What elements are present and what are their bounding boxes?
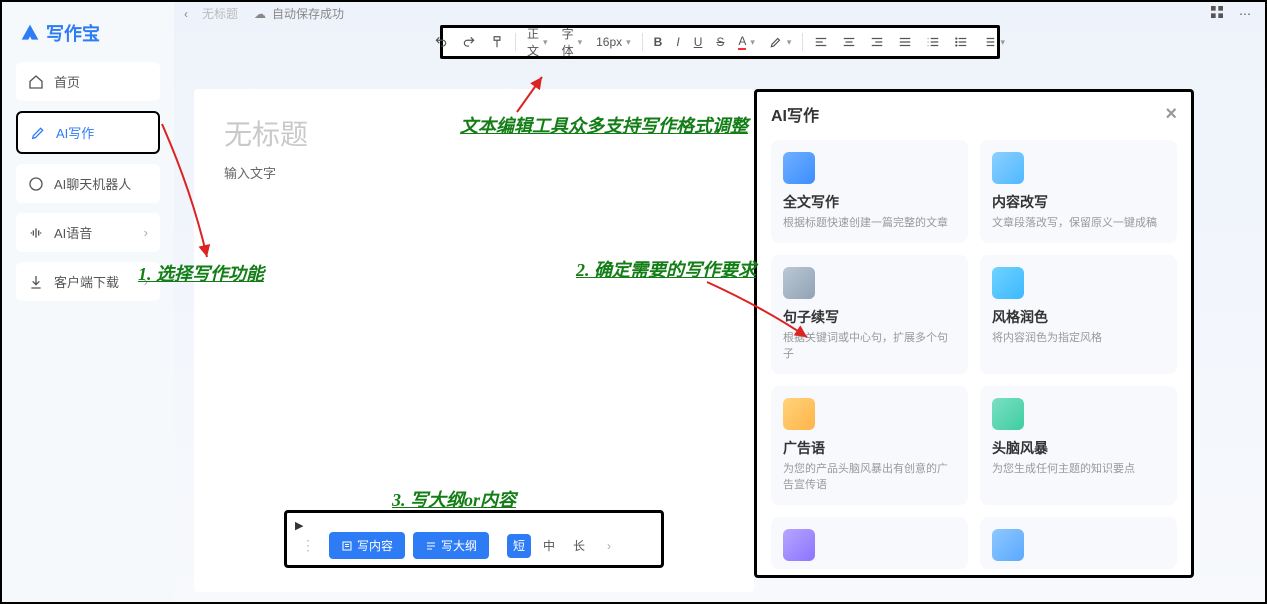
ai-card-rewrite[interactable]: 内容改写 文章段落改写，保留原义一键成稿 <box>980 140 1177 243</box>
text-color-button[interactable]: A <box>735 34 758 50</box>
undo-button[interactable] <box>431 35 451 49</box>
polish-icon <box>992 267 1024 299</box>
ai-card-continue[interactable]: 句子续写 根据关键词或中心句，扩展多个句子 <box>771 255 968 374</box>
italic-button[interactable]: I <box>673 35 682 49</box>
inline-toolbar: ▶ ⋮ 写内容 写大纲 短 中 长 › <box>284 510 664 568</box>
tab-name: 无标题 <box>202 5 238 22</box>
brainstorm-icon <box>992 398 1024 430</box>
chevron-right-icon: › <box>144 225 148 240</box>
more-icon[interactable]: ⋯ <box>1239 7 1251 21</box>
redo-button[interactable] <box>459 35 479 49</box>
play-icon: ▶ <box>295 519 653 532</box>
app-logo: 写作宝 <box>16 14 160 62</box>
main-area: ‹ 无标题 ☁ 自动保存成功 ⋯ 正文 字体 16px B I U <box>174 2 1265 602</box>
home-icon <box>28 74 44 90</box>
unordered-list-button[interactable] <box>951 35 971 49</box>
drag-handle-icon[interactable]: ⋮ <box>295 537 321 554</box>
sidebar-item-ai-chat[interactable]: AI聊天机器人 <box>16 164 160 203</box>
length-mid-button[interactable]: 中 <box>537 534 561 558</box>
sidebar-item-ai-voice[interactable]: AI语音 › <box>16 213 160 252</box>
ai-card-brainstorm[interactable]: 头脑风暴 为您生成任何主题的知识要点 <box>980 386 1177 505</box>
back-button[interactable]: ‹ <box>184 7 188 21</box>
font-size-dropdown[interactable]: 16px <box>593 35 634 49</box>
chat-icon <box>28 176 44 192</box>
sidebar-item-home[interactable]: 首页 <box>16 62 160 101</box>
logo-icon <box>20 23 40 43</box>
body-input[interactable]: 输入文字 <box>224 163 724 182</box>
ad-icon <box>783 398 815 430</box>
editor[interactable]: 无标题 输入文字 ▶ ⋮ 写内容 写大纲 短 中 长 › <box>194 89 754 592</box>
ai-panel: AI写作 × 全文写作 根据标题快速创建一篇完整的文章 内容改写 文章段落改写，… <box>754 89 1194 578</box>
sidebar-label: 首页 <box>54 72 80 91</box>
write-outline-button[interactable]: 写大纲 <box>413 532 489 559</box>
sidebar-label: AI聊天机器人 <box>54 174 131 193</box>
length-long-button[interactable]: 长 <box>567 534 591 558</box>
ai-card-full-writing[interactable]: 全文写作 根据标题快速创建一篇完整的文章 <box>771 140 968 243</box>
align-justify-button[interactable] <box>895 35 915 49</box>
sidebar: 写作宝 首页 AI写作 AI聊天机器人 AI语音 › 客户端下载 › <box>2 2 174 602</box>
app-name: 写作宝 <box>46 20 100 46</box>
doc-icon <box>783 152 815 184</box>
write-content-button[interactable]: 写内容 <box>329 532 405 559</box>
strike-button[interactable]: S <box>713 35 727 49</box>
bold-button[interactable]: B <box>651 35 666 49</box>
underline-button[interactable]: U <box>691 35 706 49</box>
length-short-button[interactable]: 短 <box>507 534 531 558</box>
sidebar-item-ai-write[interactable]: AI写作 <box>16 111 160 154</box>
autosave-status: ☁ 自动保存成功 <box>252 5 344 22</box>
ai-card-extra-1[interactable] <box>771 517 968 569</box>
voice-icon <box>28 225 44 241</box>
mail-icon <box>783 529 815 561</box>
sidebar-label: AI语音 <box>54 223 92 242</box>
paragraph-style-dropdown[interactable]: 正文 <box>524 25 551 59</box>
pencil-icon <box>30 125 46 141</box>
continue-icon <box>783 267 815 299</box>
apps-icon[interactable] <box>1209 4 1225 23</box>
title-input[interactable]: 无标题 <box>224 113 724 153</box>
rewrite-icon <box>992 152 1024 184</box>
format-paint-button[interactable] <box>487 35 507 49</box>
align-left-button[interactable] <box>811 35 831 49</box>
ordered-list-button[interactable] <box>923 35 943 49</box>
chevron-right-icon: › <box>144 274 148 289</box>
topbar: ‹ 无标题 ☁ 自动保存成功 ⋯ <box>174 2 1265 25</box>
ai-panel-title: AI写作 <box>771 102 819 126</box>
download-icon <box>28 274 44 290</box>
line-height-button[interactable] <box>979 35 1008 49</box>
sidebar-label: AI写作 <box>56 123 94 142</box>
cloud-icon: ☁ <box>252 6 268 22</box>
font-family-dropdown[interactable]: 字体 <box>559 25 586 59</box>
sidebar-label: 客户端下载 <box>54 272 119 291</box>
editor-toolbar: 正文 字体 16px B I U S A <box>440 25 1000 59</box>
align-right-button[interactable] <box>867 35 887 49</box>
close-icon[interactable]: × <box>1165 104 1177 124</box>
ai-card-extra-2[interactable] <box>980 517 1177 569</box>
note-icon <box>992 529 1024 561</box>
ai-card-polish[interactable]: 风格润色 将内容润色为指定风格 <box>980 255 1177 374</box>
length-next-button[interactable]: › <box>597 534 621 558</box>
sidebar-item-download[interactable]: 客户端下载 › <box>16 262 160 301</box>
ai-card-ad[interactable]: 广告语 为您的产品头脑风暴出有创意的广告宣传语 <box>771 386 968 505</box>
align-center-button[interactable] <box>839 35 859 49</box>
highlight-button[interactable] <box>766 35 795 49</box>
